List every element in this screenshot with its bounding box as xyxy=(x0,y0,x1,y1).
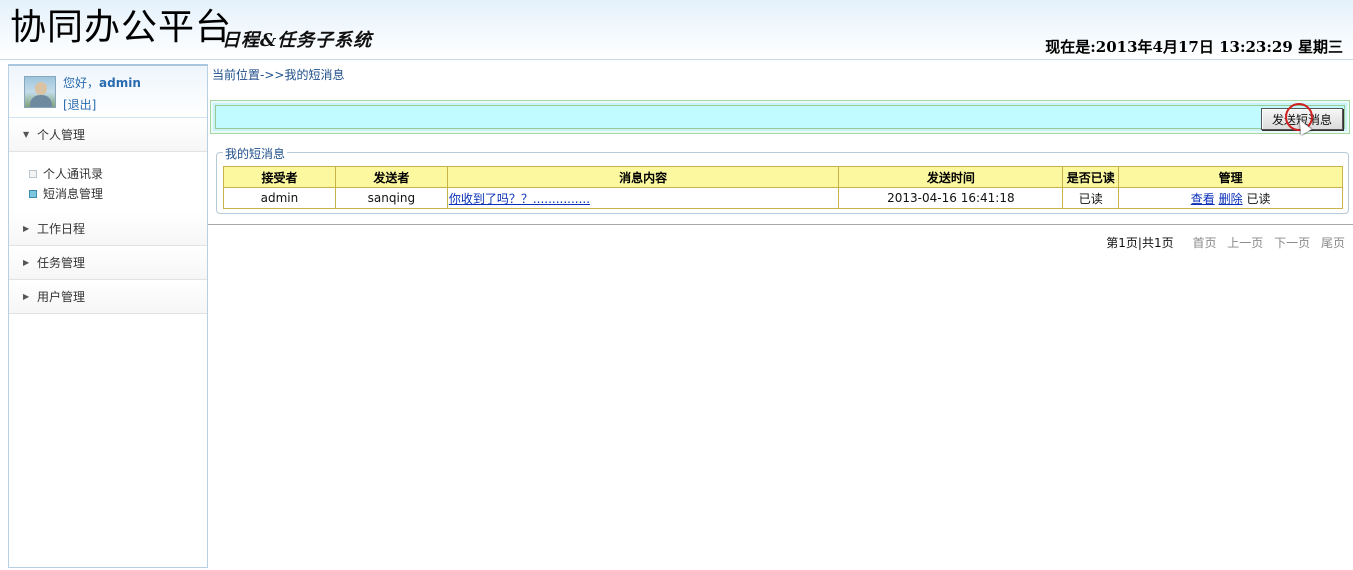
table-row: admin sanqing 你收到了吗？？............... 201… xyxy=(223,187,1343,209)
view-link[interactable]: 查看 xyxy=(1191,192,1215,206)
username: admin xyxy=(99,76,141,90)
message-content-link[interactable]: 你收到了吗？？............... xyxy=(449,192,590,206)
column-header-read: 是否已读 xyxy=(1062,166,1120,188)
messages-section: 我的短消息 接受者 发送者 消息内容 发送时间 是否已读 管理 admin sa… xyxy=(216,145,1349,214)
greeting-text: 您好， xyxy=(63,76,100,90)
triangle-right-icon: ▶ xyxy=(23,292,30,301)
app-header: 协同办公平台 日程&任务子系统 现在是:2013年4月17日 13:23:29 … xyxy=(0,0,1353,60)
app-title: 协同办公平台 xyxy=(10,7,233,48)
column-header-receiver: 接受者 xyxy=(223,166,336,188)
messages-table: 接受者 发送者 消息内容 发送时间 是否已读 管理 admin sanqing … xyxy=(223,166,1343,209)
toolbar-inner xyxy=(215,105,1345,129)
avatar xyxy=(24,76,56,108)
sidebar-item-contacts[interactable]: 个人通讯录 xyxy=(29,164,207,184)
sidebar-item-messages[interactable]: 短消息管理 xyxy=(29,184,207,204)
last-page-link[interactable]: 尾页 xyxy=(1321,236,1345,250)
sidebar-group-label: 用户管理 xyxy=(37,290,86,304)
app-subtitle: 日程&任务子系统 xyxy=(222,30,373,51)
sidebar-group-personal[interactable]: ▼ 个人管理 xyxy=(9,118,207,152)
next-page-link[interactable]: 下一页 xyxy=(1274,236,1310,250)
divider xyxy=(208,224,1353,225)
triangle-down-icon: ▼ xyxy=(23,130,30,139)
prev-page-link[interactable]: 上一页 xyxy=(1227,236,1263,250)
sidebar-group-label: 工作日程 xyxy=(37,222,86,236)
sidebar-group-label: 任务管理 xyxy=(37,256,86,270)
avatar-head xyxy=(35,82,47,95)
first-page-link[interactable]: 首页 xyxy=(1192,236,1216,250)
triangle-right-icon: ▶ xyxy=(23,224,30,233)
cell-read-status: 已读 xyxy=(1062,187,1120,209)
section-title: 我的短消息 xyxy=(223,145,288,162)
sidebar: 您好，admin [退出] ▼ 个人管理 个人通讯录 短消息管理 ▶ 工作日程 … xyxy=(8,64,208,568)
triangle-right-icon: ▶ xyxy=(23,258,30,267)
cell-manage: 查看 删除 已读 xyxy=(1118,187,1343,209)
send-message-button[interactable]: 发送短消息 xyxy=(1260,108,1343,130)
table-header-row: 接受者 发送者 消息内容 发送时间 是否已读 管理 xyxy=(223,166,1343,188)
sidebar-item-label: 短消息管理 xyxy=(43,187,104,201)
column-header-content: 消息内容 xyxy=(446,166,840,188)
greeting: 您好，admin xyxy=(63,74,141,91)
delete-link[interactable]: 删除 xyxy=(1219,192,1243,206)
manage-status: 已读 xyxy=(1246,191,1271,206)
sidebar-submenu-personal: 个人通讯录 短消息管理 xyxy=(9,152,207,212)
square-bullet-icon xyxy=(29,190,37,198)
sidebar-group-label: 个人管理 xyxy=(37,128,86,142)
sidebar-group-tasks[interactable]: ▶ 任务管理 xyxy=(9,246,207,280)
cell-receiver: admin xyxy=(223,187,336,209)
column-header-manage: 管理 xyxy=(1118,166,1343,188)
sidebar-group-schedule[interactable]: ▶ 工作日程 xyxy=(9,212,207,246)
cell-content: 你收到了吗？？............... xyxy=(446,187,840,209)
breadcrumb: 当前位置->>我的短消息 xyxy=(212,68,345,82)
sidebar-item-label: 个人通讯录 xyxy=(43,167,104,181)
cell-sender: sanqing xyxy=(334,187,448,209)
column-header-time: 发送时间 xyxy=(838,166,1064,188)
page-info: 第1页|共1页 xyxy=(1106,236,1174,250)
column-header-sender: 发送者 xyxy=(334,166,448,188)
current-time: 现在是:2013年4月17日 13:23:29 星期三 xyxy=(1045,38,1343,56)
sidebar-group-users[interactable]: ▶ 用户管理 xyxy=(9,280,207,314)
pagination: 第1页|共1页 首页 上一页 下一页 尾页 xyxy=(1106,234,1345,251)
logout-link[interactable]: [退出] xyxy=(63,96,96,113)
avatar-body xyxy=(30,95,52,107)
toolbar: 发送短消息 xyxy=(210,100,1350,135)
cell-time: 2013-04-16 16:41:18 xyxy=(838,187,1064,209)
user-panel: 您好，admin [退出] xyxy=(9,66,207,118)
square-bullet-icon xyxy=(29,170,37,178)
main-content: 当前位置->>我的短消息 发送短消息 我的短消息 接受者 发送者 消息内容 发送… xyxy=(208,64,1353,568)
